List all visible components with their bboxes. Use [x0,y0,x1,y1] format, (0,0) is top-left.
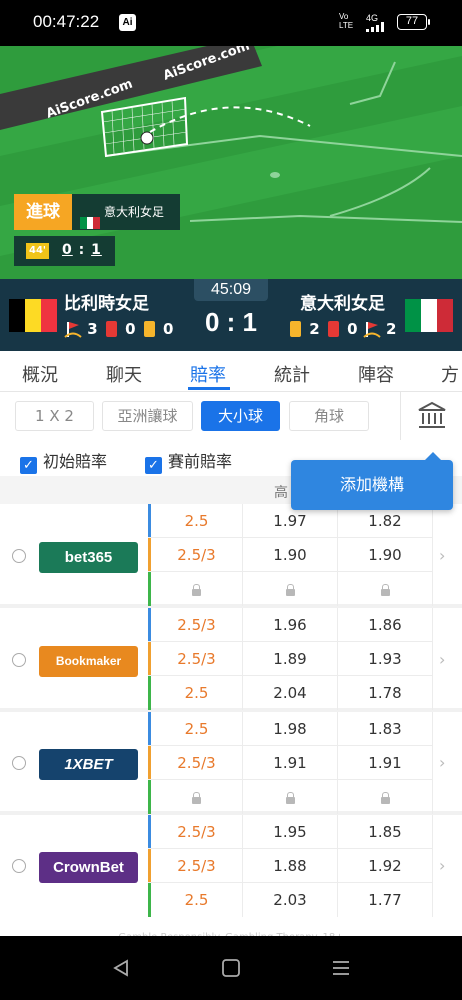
tab-overview[interactable]: 概況 [22,361,58,387]
tab-odds[interactable]: 賠率 [190,361,226,387]
away-team-name[interactable]: 意大利女足 [300,289,385,314]
market-corners-button[interactable]: 角球 [289,401,369,431]
belgium-flag-icon [9,299,57,332]
menu-icon[interactable] [331,958,351,978]
bookmaker-logo: Bookmaker [39,646,138,677]
bank-icon [418,401,446,428]
yellow-card-icon [143,320,155,337]
battery-icon: 77 [397,14,430,30]
italy-flag-icon [80,207,100,229]
checkmark-icon: ✓ [145,457,162,474]
odds-row-locked [148,780,433,814]
lock-icon [285,792,295,804]
pre-match-odds-checkbox[interactable]: ✓ 賽前賠率 [145,448,232,474]
odds-row: 2.5/3 1.89 1.93 [148,642,433,676]
corner-flag-icon [363,321,381,338]
bookmaker-row-bookmaker[interactable]: Bookmaker › 2.5/3 1.96 1.86 2.5/3 1.89 1.93 … [0,608,462,712]
bookmaker-radio[interactable] [12,549,26,563]
lock-icon [192,584,201,596]
app-notification-icon: Ai [119,14,136,31]
red-card-icon [327,320,339,337]
bookmaker-settings-button[interactable] [400,392,462,440]
back-icon[interactable] [111,958,131,978]
scoreboard: 45:09 比利時女足 3 0 0 0 : 1 意大利女足 2 0 2 [0,279,462,351]
chevron-right-icon[interactable]: › [439,650,445,669]
bookmaker-radio[interactable] [12,859,26,873]
market-asian-handicap-button[interactable]: 亞洲讓球 [102,401,193,431]
lock-icon [380,584,390,596]
goal-event-team: 意大利女足 [72,194,180,230]
responsible-gambling-note: Gamble Responsibly. Gambling Therapy. 18… [0,928,462,936]
tab-stats[interactable]: 統計 [274,361,310,387]
odds-row: 2.5 1.98 1.83 [148,712,433,746]
tab-more[interactable]: 方 [441,361,459,387]
odds-row-locked [148,572,433,606]
bookmaker-row-1xbet[interactable]: 1XBET › 2.5 1.98 1.83 2.5/3 1.91 1.91 [0,712,462,815]
match-clock: 45:09 [194,279,268,301]
lock-icon [192,792,201,804]
odds-row: 2.5/3 1.88 1.92 [148,849,433,883]
odds-row: 2.5/3 1.96 1.86 [148,608,433,642]
market-over-under-button[interactable]: 大小球 [201,401,280,431]
market-selector: 1 X 2 亞洲讓球 大小球 角球 [0,392,462,440]
live-score: 0 : 1 [62,242,102,258]
chevron-right-icon[interactable]: › [439,753,445,772]
live-minute-score: 44' 0 : 1 [14,236,115,266]
initial-odds-checkbox[interactable]: ✓ 初始賠率 [20,448,107,474]
header-high: 高 [274,485,288,501]
home-team-stats: 3 0 0 [64,319,173,338]
system-nav-bar [0,936,462,1000]
signal-icon [366,22,388,32]
match-minute-badge: 44' [26,243,49,259]
home-icon[interactable] [221,958,241,978]
red-card-icon [105,320,117,337]
home-team-name[interactable]: 比利時女足 [64,289,149,314]
away-team-stats: 2 0 2 [287,319,396,338]
bookmaker-row-crownbet[interactable]: CrownBet › 2.5/3 1.95 1.85 2.5/3 1.88 1.92 2… [0,815,462,928]
checkmark-icon: ✓ [20,457,37,474]
italy-flag-icon [405,299,453,332]
volte-icon: Vo LTE [339,12,354,30]
main-score: 0 : 1 [204,307,258,337]
status-time: 00:47:22 [33,12,100,31]
tab-chat[interactable]: 聊天 [106,361,142,387]
match-tabs: 概況 聊天 賠率 統計 陣容 方 [0,351,462,392]
add-bookmaker-tooltip[interactable]: 添加機構 [291,452,453,510]
odds-row: 2.5 2.04 1.78 [148,676,433,710]
bookmaker-radio[interactable] [12,756,26,770]
tab-lineup[interactable]: 陣容 [358,361,394,387]
odds-row: 2.5/3 1.95 1.85 [148,815,433,849]
yellow-card-icon [290,320,301,337]
lock-icon [285,584,295,596]
goal-event-label: 進球 [14,194,72,230]
odds-row: 2.5 2.03 1.77 [148,883,433,917]
crownbet-logo: CrownBet [39,852,138,883]
bookmaker-row-bet365[interactable]: bet365 › 2.5 1.97 1.82 2.5/3 1.90 1.90 [0,504,462,608]
match-animation: AiScore.com AiScore.com 進球 意大利女足 44' 0 :… [0,46,462,279]
bet365-logo: bet365 [39,542,138,573]
corner-flag-icon [64,321,82,338]
lock-icon [380,792,390,804]
bookmaker-radio[interactable] [12,653,26,667]
market-1x2-button[interactable]: 1 X 2 [15,401,94,431]
1xbet-logo: 1XBET [39,749,138,780]
chevron-right-icon[interactable]: › [439,856,445,875]
odds-row: 2.5/3 1.91 1.91 [148,746,433,780]
chevron-right-icon[interactable]: › [439,546,445,565]
active-tab-indicator [188,387,230,390]
odds-row: 2.5/3 1.90 1.90 [148,538,433,572]
status-bar: 00:47:22 Ai Vo LTE 4G 77 [0,0,462,46]
